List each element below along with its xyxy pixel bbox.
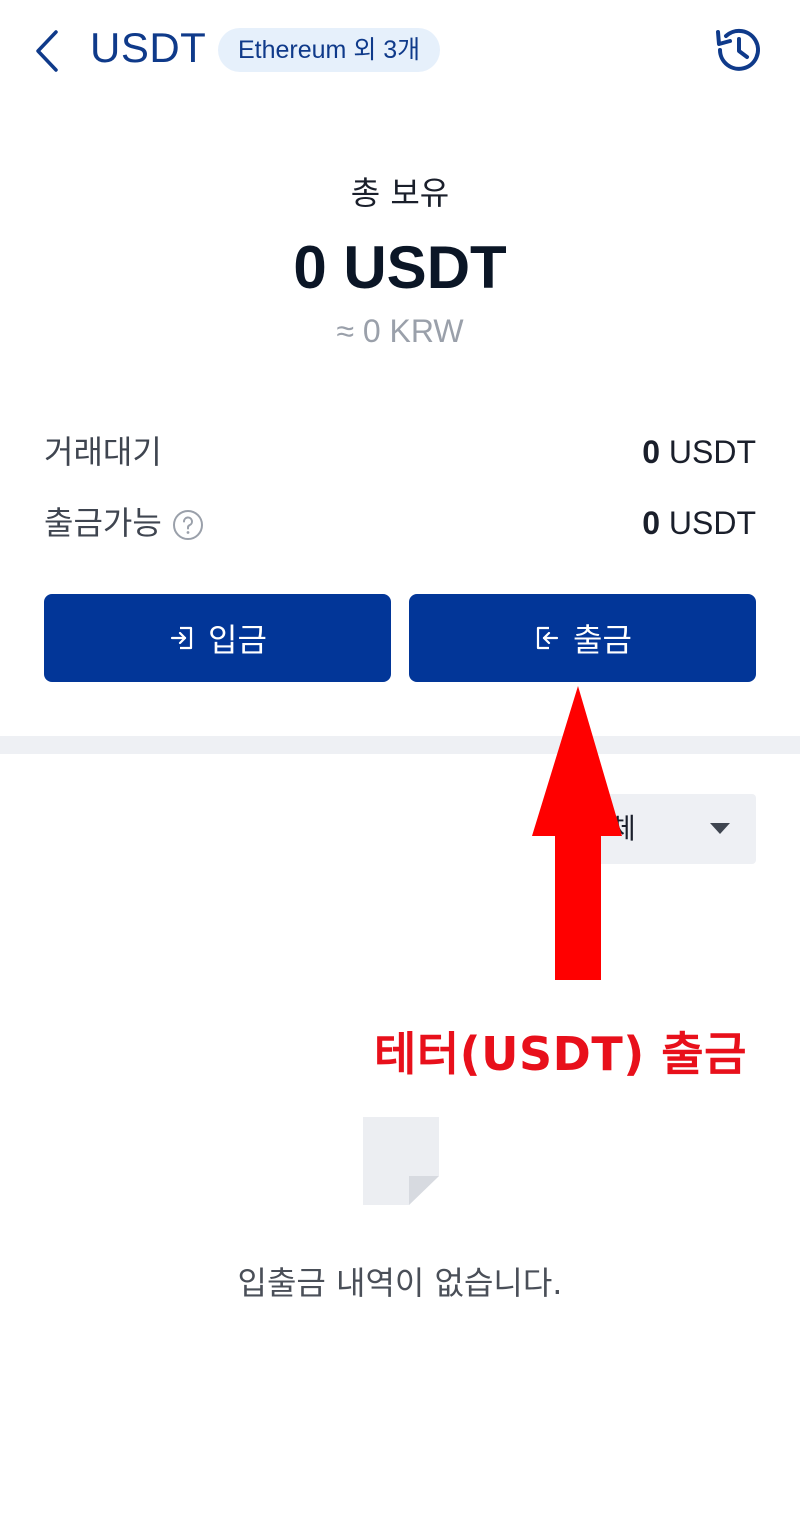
annotation-text: 테터(USDT) 출금 — [374, 1027, 747, 1081]
withdrawable-row: 출금가능 0 USDT — [44, 501, 756, 545]
history-icon — [716, 28, 760, 71]
header: USDT Ethereum 외 3개 — [0, 0, 800, 100]
withdrawable-value-unit: USDT — [668, 505, 756, 541]
annotation-arrow-icon — [532, 686, 622, 980]
question-circle-icon[interactable] — [172, 509, 204, 541]
history-button[interactable] — [710, 22, 766, 78]
pending-value-number: 0 — [642, 434, 660, 470]
chevron-left-icon — [36, 30, 58, 72]
deposit-button-label: 입금 — [208, 621, 267, 659]
pending-row: 거래대기 0 USDT — [44, 430, 756, 474]
total-holdings-krw: ≈ 0 KRW — [336, 313, 464, 349]
deposit-button[interactable]: 입금 — [44, 594, 391, 682]
pending-value: 0 USDT — [642, 430, 756, 474]
empty-document-icon — [363, 1117, 439, 1205]
pending-value-unit: USDT — [668, 434, 756, 470]
pending-label: 거래대기 — [44, 433, 162, 471]
withdraw-button-label: 출금 — [573, 621, 632, 659]
section-divider — [0, 736, 800, 754]
withdrawable-value: 0 USDT — [642, 501, 756, 545]
caret-down-icon — [710, 823, 730, 834]
withdrawable-label-wrap: 출금가능 — [44, 501, 204, 545]
withdrawable-label: 출금가능 — [44, 504, 162, 542]
back-button[interactable] — [28, 26, 68, 76]
total-holdings-amount: 0 USDT — [293, 234, 507, 301]
page-title: USDT — [90, 24, 207, 71]
empty-state-message: 입출금 내역이 없습니다. — [237, 1264, 563, 1302]
total-holdings-label: 총 보유 — [350, 174, 450, 212]
withdraw-button[interactable]: 출금 — [409, 594, 756, 682]
deposit-icon — [170, 626, 193, 650]
withdraw-icon — [536, 626, 559, 650]
network-badge[interactable]: Ethereum 외 3개 — [218, 28, 441, 72]
withdrawable-value-number: 0 — [642, 505, 660, 541]
